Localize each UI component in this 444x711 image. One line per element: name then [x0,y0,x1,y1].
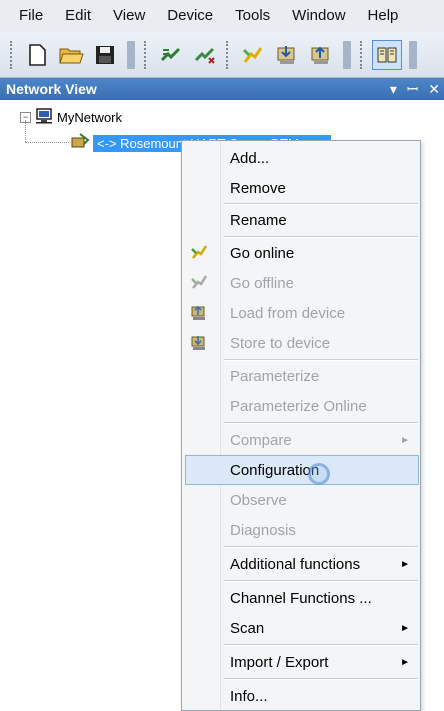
disconnect-icon[interactable] [190,40,220,70]
network-view-header: Network View ▾ ꟷ ✕ [0,78,444,100]
menu-item-scan[interactable]: Scan ► [182,613,420,643]
menu-item-additional-functions[interactable]: Additional functions ► [182,549,420,579]
toolbar-grip[interactable] [127,40,135,69]
menu-item-compare[interactable]: Compare ► [182,425,420,455]
menu-view[interactable]: View [102,0,156,32]
tree-root[interactable]: − MyNetwork [20,108,122,127]
menu-item-add[interactable]: Add... [182,143,420,173]
menu-item-configuration[interactable]: Configuration [185,455,419,485]
dropdown-icon[interactable]: ▾ [390,78,397,100]
close-icon[interactable]: ✕ [428,78,440,100]
toolbar-grip[interactable] [409,40,417,69]
dtm-device-icon [70,132,90,155]
network-view-icon[interactable] [372,39,402,70]
menu-item-import-export[interactable]: Import / Export ► [182,647,420,677]
menu-item-diagnosis[interactable]: Diagnosis [182,515,420,545]
menu-help[interactable]: Help [357,0,410,32]
submenu-arrow-icon: ► [400,622,410,634]
menu-item-parameterize[interactable]: Parameterize [182,361,420,391]
context-menu: Add... Remove Rename Go online Go offlin… [181,140,421,711]
menu-edit[interactable]: Edit [54,0,102,32]
menu-separator [224,644,418,646]
menu-separator [224,546,418,548]
store-icon[interactable] [272,40,302,70]
go-online-icon[interactable] [238,40,268,70]
go-online-icon [190,244,208,262]
menu-separator [224,580,418,582]
menu-item-remove[interactable]: Remove [182,173,420,203]
panel-title: Network View [6,81,97,97]
go-offline-icon [190,274,208,292]
menu-device[interactable]: Device [156,0,224,32]
menu-separator [224,678,418,680]
tree-connector [25,120,27,142]
menu-file[interactable]: File [8,0,54,32]
menu-item-channel-functions[interactable]: Channel Functions ... [182,583,420,613]
menu-bar: File Edit View Device Tools Window Help [0,0,444,32]
new-icon[interactable] [22,40,52,70]
menu-item-load-from-device[interactable]: Load from device [182,298,420,328]
menu-item-observe[interactable]: Observe [182,485,420,515]
menu-item-go-offline[interactable]: Go offline [182,268,420,298]
menu-tools[interactable]: Tools [224,0,281,32]
save-icon[interactable] [90,40,120,70]
toolbar-grip[interactable] [343,40,351,69]
open-icon[interactable] [56,40,86,70]
submenu-arrow-icon: ► [400,656,410,668]
toolbar-separator [226,40,232,69]
connect-icon[interactable] [156,40,186,70]
menu-item-parameterize-online[interactable]: Parameterize Online [182,391,420,421]
load-from-device-icon [190,304,208,322]
toolbar [0,32,444,78]
toolbar-separator [360,40,366,69]
load-icon[interactable] [306,40,336,70]
menu-item-store-to-device[interactable]: Store to device [182,328,420,358]
pin-icon[interactable]: ꟷ [407,78,418,100]
submenu-arrow-icon: ► [400,434,410,446]
menu-item-info[interactable]: Info... [182,681,420,711]
tree-root-label: MyNetwork [57,110,123,125]
toolbar-grip[interactable] [10,40,16,69]
menu-item-rename[interactable]: Rename [182,205,420,235]
tree-connector [25,142,69,144]
toolbar-separator [144,40,150,69]
network-icon [35,108,53,127]
menu-item-go-online[interactable]: Go online [182,238,420,268]
menu-window[interactable]: Window [281,0,356,32]
submenu-arrow-icon: ► [400,558,410,570]
store-to-device-icon [190,334,208,352]
cursor-click-indicator [308,463,330,485]
menu-separator [224,422,418,424]
